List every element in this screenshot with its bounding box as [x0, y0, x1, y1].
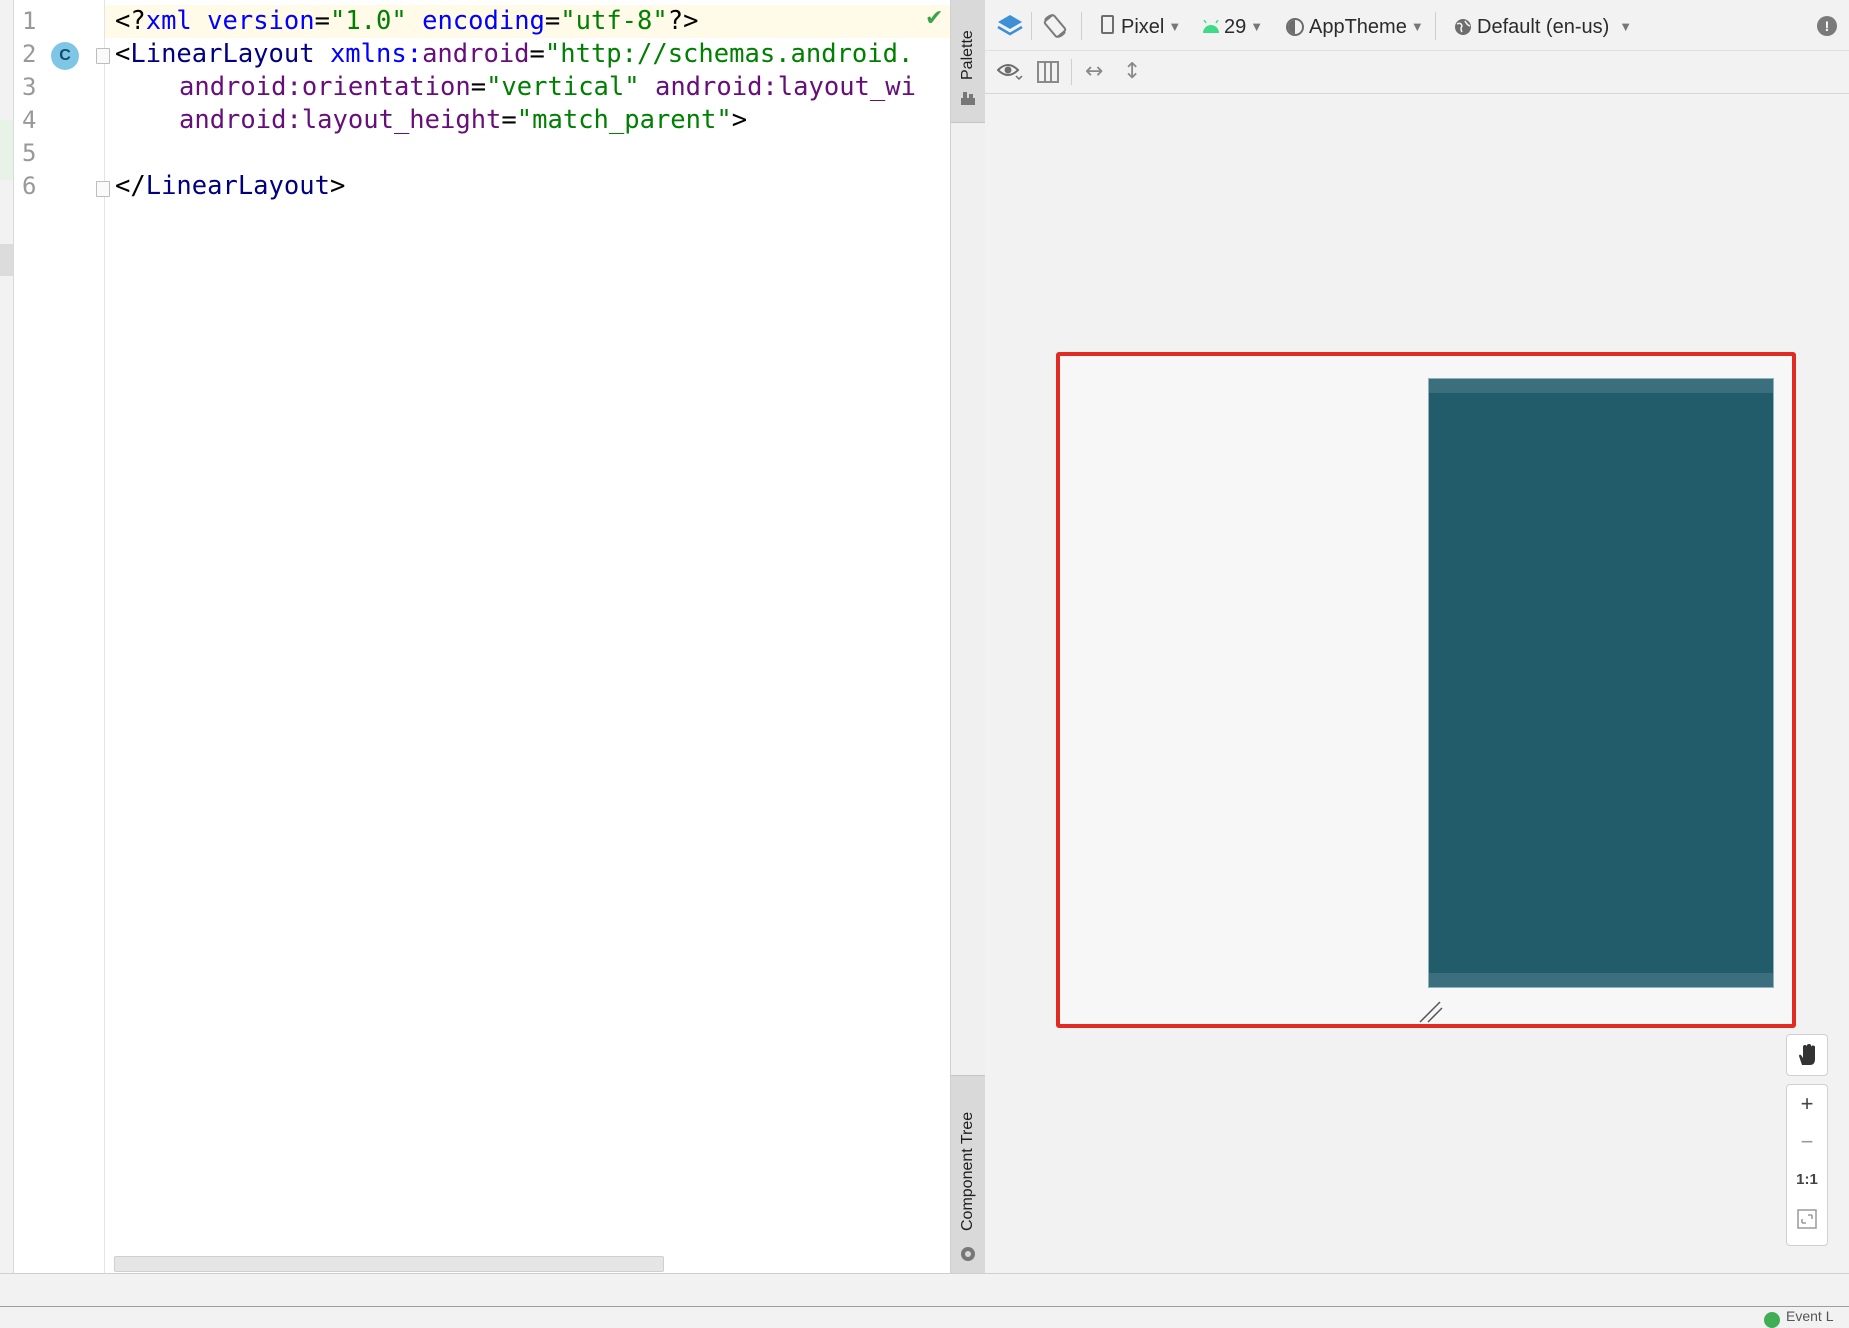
code-line-2: <LinearLayout xmlns:android="http://sche…: [115, 39, 914, 69]
palette-icon: [961, 92, 975, 105]
vertical-resize-icon[interactable]: ↕: [1123, 55, 1141, 89]
line-gutter: 1 2 3 4 5 6 C: [14, 0, 110, 1273]
theme-icon: [1286, 18, 1304, 36]
resize-handle-icon[interactable]: [1416, 996, 1446, 1026]
line-number: 5: [22, 139, 37, 167]
design-toolbar-secondary: ↔ ↕: [985, 51, 1849, 94]
android-icon: [1203, 19, 1219, 33]
code-line-3: android:orientation="vertical" android:l…: [179, 72, 916, 102]
device-label: Pixel: [1121, 16, 1165, 38]
line-number: 4: [22, 106, 37, 134]
component-tree-tab-label: Component Tree: [959, 1111, 976, 1231]
status-bar: Event L: [0, 1273, 1849, 1328]
locale-dropdown[interactable]: Default (en-us) ▼: [1453, 0, 1632, 50]
line-number: 6: [22, 172, 37, 200]
blueprint-status-bar: [1429, 379, 1773, 393]
locale-label: Default (en-us): [1477, 16, 1610, 38]
toolbar-separator: [1435, 12, 1436, 40]
change-marker: [0, 120, 13, 180]
zoom-fit-button[interactable]: [1787, 1199, 1827, 1237]
code-line-4: android:layout_height="match_parent">: [179, 105, 748, 135]
inspection-ok-icon: ✔: [925, 6, 944, 31]
zoom-controls: + − 1:1: [1786, 1084, 1828, 1246]
device-preview-frame[interactable]: [1056, 352, 1796, 1028]
chevron-down-icon: ▼: [1619, 19, 1633, 34]
api-level-dropdown[interactable]: 29 ▼: [1202, 0, 1263, 50]
line-number: 3: [22, 73, 37, 101]
warning-icon[interactable]: !: [1817, 16, 1837, 36]
blueprint-view[interactable]: [1428, 378, 1774, 988]
component-tree-icon: [961, 1247, 975, 1261]
pan-tool-panel: [1786, 1034, 1828, 1076]
event-log-label[interactable]: Event L: [1786, 1308, 1833, 1324]
chevron-down-icon: ▼: [1410, 19, 1424, 34]
zoom-actual-size-button[interactable]: 1:1: [1787, 1161, 1827, 1199]
api-level-label: 29: [1224, 16, 1247, 38]
side-tool-strip: Palette Component Tree: [950, 0, 986, 1275]
line-number: 1: [22, 7, 37, 35]
hand-icon[interactable]: [1796, 1043, 1818, 1067]
editor-left-edge: [0, 0, 14, 1273]
globe-icon: [1455, 19, 1471, 35]
chevron-down-icon: ▼: [1250, 19, 1264, 34]
layout-design-surface[interactable]: Pixel ▼ 29 ▼ AppTheme ▼ Default (en-us) ▼ !: [985, 0, 1849, 1273]
blueprint-icon[interactable]: [1037, 61, 1059, 83]
horizontal-resize-icon[interactable]: ↔: [1085, 55, 1103, 89]
layers-icon[interactable]: [997, 13, 1023, 39]
zoom-out-button[interactable]: −: [1787, 1123, 1827, 1161]
eye-icon[interactable]: [997, 61, 1023, 83]
code-line-6: </LinearLayout>: [115, 171, 346, 201]
code-area[interactable]: <?xml version="1.0" encoding="utf-8"?> <…: [105, 0, 950, 1273]
horizontal-scrollbar[interactable]: [114, 1256, 664, 1272]
component-tree-tab[interactable]: Component Tree: [951, 1075, 985, 1275]
phone-icon: [1101, 15, 1114, 34]
zoom-in-button[interactable]: +: [1787, 1085, 1827, 1123]
event-log-icon[interactable]: [1764, 1312, 1780, 1328]
blueprint-nav-bar: [1429, 973, 1773, 987]
design-toolbar: Pixel ▼ 29 ▼ AppTheme ▼ Default (en-us) ▼ !: [985, 0, 1849, 51]
chevron-down-icon: ▼: [1168, 19, 1182, 34]
toolbar-separator: [1081, 12, 1082, 40]
line-number: 2: [22, 40, 37, 68]
palette-tab-label: Palette: [959, 30, 976, 80]
device-dropdown[interactable]: Pixel ▼: [1101, 0, 1181, 50]
palette-tab[interactable]: Palette: [951, 0, 985, 123]
class-gutter-icon[interactable]: C: [51, 42, 79, 70]
scroll-marker: [0, 244, 13, 276]
theme-label: AppTheme: [1309, 16, 1407, 38]
fit-screen-icon: [1797, 1209, 1817, 1229]
toolbar-separator: [1071, 59, 1072, 85]
status-divider: [0, 1306, 1849, 1307]
toolbar-separator: [1031, 12, 1032, 40]
rotate-orientation-icon[interactable]: [1041, 12, 1069, 40]
code-line-1: <?xml version="1.0" encoding="utf-8"?>: [105, 5, 950, 38]
theme-dropdown[interactable]: AppTheme ▼: [1285, 0, 1424, 50]
code-editor[interactable]: 1 2 3 4 5 6 C <?xml version="1.0" encodi…: [0, 0, 950, 1273]
